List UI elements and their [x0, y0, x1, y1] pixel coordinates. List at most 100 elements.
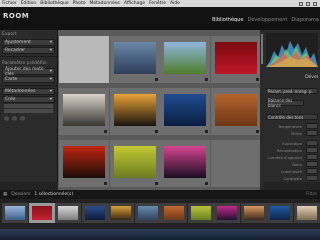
crop-dropdown[interactable]: Recadrer ▾ — [2, 47, 55, 54]
filter-label[interactable]: Filtre — [306, 192, 320, 197]
filmstrip-item[interactable] — [2, 203, 28, 223]
chevron-down-icon: ▾ — [49, 97, 52, 102]
slider-track[interactable] — [4, 109, 53, 113]
divider — [0, 56, 57, 57]
photo-grid — [58, 30, 261, 190]
photo-thumbnail[interactable] — [164, 94, 206, 126]
photo-thumbnail[interactable] — [113, 94, 156, 126]
filmstrip-thumbnail — [137, 206, 158, 220]
filmstrip-thumbnail — [270, 206, 290, 220]
filmstrip — [0, 199, 320, 229]
menu-file[interactable]: Fichier — [2, 1, 17, 6]
fill-light-stepper[interactable] — [306, 154, 318, 160]
map-dropdown-value: Carte — [5, 77, 18, 82]
filmstrip-nav[interactable]: Dossiers — [11, 192, 30, 197]
photo-thumbnail[interactable] — [214, 94, 257, 126]
menu-window[interactable]: Fenêtre — [149, 1, 166, 6]
filmstrip-item[interactable] — [267, 203, 293, 223]
menu-metadata[interactable]: Métadonnées — [89, 1, 119, 6]
badge-icon — [205, 182, 208, 185]
grid-cell[interactable] — [160, 36, 210, 83]
badge-icon — [154, 78, 158, 81]
close-icon[interactable] — [313, 1, 317, 6]
exposure-stepper[interactable] — [306, 140, 318, 146]
panel-title[interactable]: Dével — [266, 74, 318, 81]
module-develop[interactable]: Développement — [247, 17, 287, 23]
badge-icon — [205, 78, 208, 81]
tone-control-label: Contrôle des tons — [268, 114, 304, 120]
preset-dropdown[interactable]: Ajustement ▾ — [2, 39, 55, 46]
filmstrip-item[interactable] — [293, 203, 320, 223]
filmstrip-item[interactable] — [108, 203, 134, 223]
selection-status: 1 sélectionnée(s) — [34, 192, 74, 197]
action-icon[interactable] — [4, 116, 9, 121]
badge-icon — [154, 130, 158, 133]
filmstrip-item[interactable] — [28, 203, 55, 223]
photo-thumbnail[interactable] — [164, 42, 206, 74]
quick-actions — [0, 114, 57, 123]
menu-photo[interactable]: Photo — [73, 1, 86, 6]
action-icon[interactable] — [20, 116, 25, 121]
keyword-dropdown[interactable]: Ajouter des mots-clés ▾ — [2, 66, 55, 77]
menu-view[interactable]: Affichage — [124, 1, 145, 6]
photo-thumbnail[interactable] — [214, 42, 257, 74]
grid-cell[interactable] — [210, 88, 261, 135]
crop-dropdown-value: Recadrer — [5, 48, 26, 53]
chevron-down-icon: ▾ — [49, 89, 52, 94]
filmstrip-item[interactable] — [81, 203, 108, 223]
filmstrip-item[interactable] — [214, 203, 240, 223]
photo-thumbnail[interactable] — [63, 94, 105, 126]
left-panel-header[interactable]: Export — [0, 30, 57, 38]
white-balance-dropdown[interactable]: Balance des blancs — [266, 98, 304, 108]
maximize-icon[interactable] — [306, 1, 310, 6]
keyword-dropdown-value: Ajouter des mots-clés — [5, 66, 46, 77]
filmstrip-item[interactable] — [187, 203, 214, 223]
grid-cell[interactable] — [160, 88, 210, 135]
recovery-label: Récupération — [276, 148, 302, 153]
badge-icon — [104, 182, 107, 185]
blacks-stepper[interactable] — [306, 161, 318, 167]
temperature-stepper[interactable] — [306, 123, 318, 129]
badge-icon — [205, 130, 208, 133]
photo-thumbnail[interactable] — [164, 146, 206, 178]
grid-cell[interactable] — [210, 140, 261, 187]
minimize-icon[interactable] — [299, 1, 303, 6]
grid-cell[interactable] — [109, 88, 160, 135]
grid-cell[interactable] — [210, 36, 261, 83]
filmstrip-item[interactable] — [240, 203, 267, 223]
grid-cell[interactable] — [109, 140, 160, 187]
brightness-stepper[interactable] — [306, 168, 318, 174]
menu-help[interactable]: Aide — [170, 1, 180, 6]
menu-edit[interactable]: Édition — [21, 1, 37, 6]
contrast-stepper[interactable] — [306, 175, 318, 181]
tone-control-header[interactable]: Contrôle des tons — [266, 114, 318, 120]
tint-stepper[interactable] — [306, 130, 318, 136]
filmstrip-item[interactable] — [161, 203, 187, 223]
grid-cell[interactable] — [59, 36, 109, 83]
created-dropdown[interactable]: Crée ▾ — [2, 96, 55, 103]
metadata-dropdown[interactable]: Métadonnées ▾ — [2, 88, 55, 95]
map-dropdown[interactable]: Carte ▾ — [2, 76, 55, 83]
grid-view-icon[interactable]: ▦ — [3, 192, 7, 197]
chevron-down-icon: ▾ — [49, 77, 52, 82]
grid-cell[interactable] — [160, 140, 210, 187]
badge-icon — [154, 182, 158, 185]
grid-cell[interactable] — [59, 88, 109, 135]
contrast-label: Contraste — [283, 176, 302, 181]
module-slideshow[interactable]: Diaporama — [291, 17, 319, 23]
left-toolbar — [0, 182, 58, 190]
filmstrip-item[interactable] — [55, 203, 81, 223]
slider-track[interactable] — [4, 104, 53, 108]
grid-cell[interactable] — [109, 36, 160, 83]
photo-thumbnail[interactable] — [63, 146, 105, 178]
grid-cell[interactable] — [59, 140, 109, 187]
action-icon[interactable] — [12, 116, 17, 121]
menu-library[interactable]: Bibliothèque — [40, 1, 68, 6]
scrollbar-thumb[interactable] — [261, 34, 263, 64]
photo-thumbnail[interactable] — [113, 42, 156, 74]
saved-preset-dropdown[interactable]: Param. pred. enreg. p. — [266, 88, 318, 94]
recovery-stepper[interactable] — [306, 147, 318, 153]
module-library[interactable]: Bibliothèque — [212, 17, 243, 23]
photo-thumbnail[interactable] — [113, 146, 156, 178]
filmstrip-item[interactable] — [134, 203, 161, 223]
